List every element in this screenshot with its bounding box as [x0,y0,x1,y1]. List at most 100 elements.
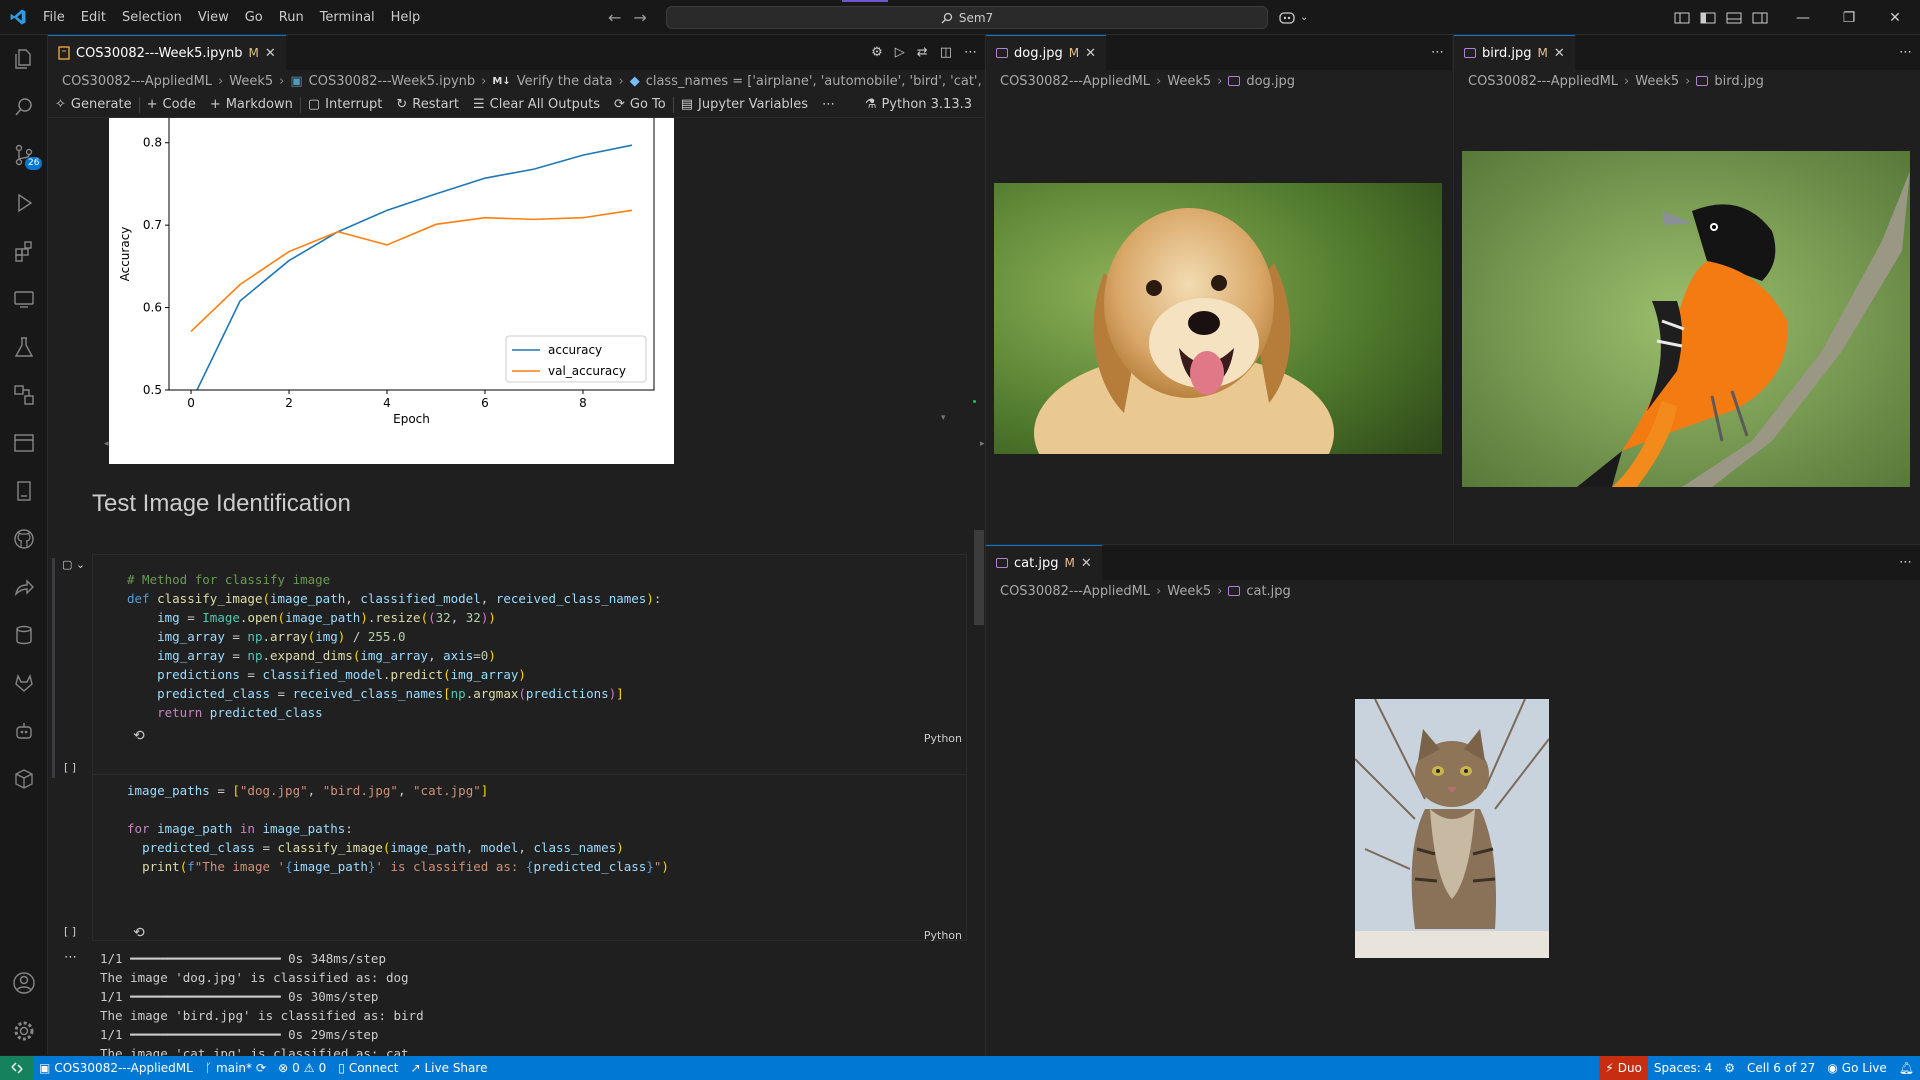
forward-arrow-icon[interactable]: → [633,8,646,27]
status-workspace[interactable]: ▣ COS30082---AppliedML [33,1056,199,1080]
menu-edit[interactable]: Edit [73,0,114,35]
compare-changes-icon[interactable]: ⇄ [917,45,928,60]
sync-icon[interactable]: ⟳ [256,1061,266,1075]
breadcrumb-folder[interactable]: COS30082---AppliedML [1000,584,1150,599]
jupyter-variables-button[interactable]: ▤ Jupyter Variables [674,97,815,112]
notebook-icon[interactable] [0,467,48,515]
editor-scrollbar[interactable] [974,530,984,625]
remote-indicator-icon[interactable] [0,1056,33,1080]
breadcrumb-file[interactable]: COS30082---Week5.ipynb [309,74,476,89]
split-editor-icon[interactable]: ◫ [940,45,952,60]
menu-selection[interactable]: Selection [114,0,190,35]
gitlab-icon[interactable] [0,659,48,707]
copilot-icon[interactable] [1278,10,1296,26]
cell-run-button[interactable]: ▢ ⌄ [62,558,85,571]
search-activity-icon[interactable] [0,83,48,131]
breadcrumb-week[interactable]: Week5 [229,74,273,89]
output-more-icon[interactable]: ⋯ [64,950,77,965]
explorer-icon[interactable] [0,35,48,83]
breadcrumb-week[interactable]: Week5 [1167,74,1211,89]
status-problems[interactable]: ⊗ 0 ⚠ 0 [272,1056,332,1080]
menu-go[interactable]: Go [237,0,271,35]
layout-customize-icon[interactable] [1674,11,1690,25]
more-actions-icon[interactable]: ⋯ [964,45,977,60]
breadcrumb-folder[interactable]: COS30082---AppliedML [1000,74,1150,89]
tab-bird[interactable]: bird.jpg M ✕ [1454,35,1575,70]
close-tab-icon[interactable]: ✕ [1554,46,1565,61]
tab-cat[interactable]: cat.jpg M ✕ [986,545,1102,580]
toggle-secondary-sidebar-icon[interactable] [1752,11,1768,25]
breadcrumb-file[interactable]: bird.jpg [1714,74,1763,89]
browser-panel-icon[interactable] [0,419,48,467]
code-content[interactable]: image_paths = ["dog.jpg", "bird.jpg", "c… [127,781,669,876]
copilot-status-icon[interactable]: ⚙ [1718,1056,1741,1080]
copilot-agent-icon[interactable] [0,707,48,755]
cell-language[interactable]: Python [924,732,962,745]
status-liveshare[interactable]: ↗ Live Share [404,1056,493,1080]
kernel-picker[interactable]: ⚗ Python 3.13.3 [858,97,979,112]
settings-gear-icon[interactable] [0,1007,48,1055]
containers-icon[interactable] [0,371,48,419]
breadcrumb-week[interactable]: Week5 [1635,74,1679,89]
live-share-activity-icon[interactable] [0,563,48,611]
menu-terminal[interactable]: Terminal [312,0,383,35]
more-actions-icon[interactable]: ⋯ [1899,555,1912,570]
cell-history-icon[interactable]: ⟲ [133,925,145,941]
back-arrow-icon[interactable]: ← [608,8,621,27]
toggle-sidebar-icon[interactable] [1700,11,1716,25]
toolbar-more-icon[interactable]: ⋯ [815,97,842,112]
account-icon[interactable] [0,959,48,1007]
github-icon[interactable] [0,515,48,563]
cell-language[interactable]: Python [924,929,962,942]
close-tab-icon[interactable]: ✕ [1081,556,1092,571]
extensions-icon[interactable] [0,227,48,275]
close-tab-icon[interactable]: ✕ [265,46,276,61]
command-center[interactable]: Sem7 [666,6,1268,29]
database-icon[interactable] [0,611,48,659]
restore-icon[interactable]: ❐ [1826,10,1872,26]
run-debug-icon[interactable] [0,179,48,227]
breadcrumb-section[interactable]: Verify the data [517,74,613,89]
add-code-button[interactable]: + Code [140,97,203,112]
breadcrumb-file[interactable]: cat.jpg [1246,584,1290,599]
interrupt-button[interactable]: ▢ Interrupt [301,97,390,112]
menu-file[interactable]: File [35,0,73,35]
cell-history-icon[interactable]: ⟲ [133,728,145,744]
source-control-icon[interactable]: 26 [0,131,48,179]
run-all-icon[interactable]: ▷ [895,45,905,60]
more-actions-icon[interactable]: ⋯ [1899,45,1912,60]
notebook-settings-gear-icon[interactable]: ⚙ [871,45,883,60]
menu-run[interactable]: Run [271,0,312,35]
close-window-icon[interactable]: ✕ [1872,10,1918,26]
status-duo[interactable]: ⚡ Duo [1599,1056,1648,1080]
testing-icon[interactable] [0,323,48,371]
breadcrumb-folder[interactable]: COS30082---AppliedML [62,74,212,89]
copilot-chevron-icon[interactable]: ⌄ [1300,12,1308,23]
breadcrumb-folder[interactable]: COS30082---AppliedML [1468,74,1618,89]
package-icon[interactable] [0,755,48,803]
status-spaces[interactable]: Spaces: 4 [1648,1056,1718,1080]
close-tab-icon[interactable]: ✕ [1085,46,1096,61]
clear-outputs-button[interactable]: ☰ Clear All Outputs [466,97,607,112]
code-cell-classify[interactable]: # Method for classify image def classify… [92,554,967,778]
status-golive[interactable]: ◉ Go Live [1821,1056,1892,1080]
add-markdown-button[interactable]: + Markdown [203,97,300,112]
code-cell-run-classify[interactable]: image_paths = ["dog.jpg", "bird.jpg", "c… [92,774,967,942]
remote-explorer-icon[interactable] [0,275,48,323]
tab-dog[interactable]: dog.jpg M ✕ [986,35,1106,70]
output-scrollbar-horizontal[interactable]: ◂ ▸ [104,439,994,451]
breadcrumb-file[interactable]: dog.jpg [1246,74,1295,89]
restart-button[interactable]: ↻ Restart [389,97,466,112]
status-connect[interactable]: ▯ Connect [332,1056,404,1080]
goto-button[interactable]: ⟳ Go To [607,97,673,112]
minimize-icon[interactable]: — [1780,10,1826,26]
tab-notebook[interactable]: COS30082---Week5.ipynb M ✕ [48,35,286,70]
more-actions-icon[interactable]: ⋯ [1431,45,1444,60]
breadcrumb-symbol[interactable]: class_names = ['airplane', 'automobile',… [646,74,985,89]
notifications-bell-icon[interactable]: 🔔︎ [1893,1056,1920,1080]
code-content[interactable]: # Method for classify image def classify… [127,570,661,722]
menu-view[interactable]: View [190,0,237,35]
menu-help[interactable]: Help [383,0,429,35]
breadcrumb-week[interactable]: Week5 [1167,584,1211,599]
output-scroll-down-icon[interactable]: ▾ [941,413,946,423]
